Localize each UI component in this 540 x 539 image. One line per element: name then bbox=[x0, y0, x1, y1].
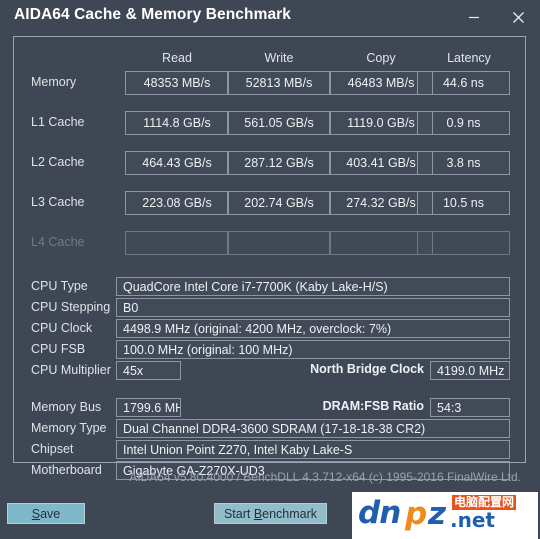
l1-latency-value: 0.9 ns bbox=[417, 111, 510, 135]
column-header-latency: Latency bbox=[447, 51, 491, 65]
version-text: AIDA64 v5.80.4000 / BenchDLL 4.3.712-x64… bbox=[129, 470, 521, 484]
row-label-l4-cache: L4 Cache bbox=[31, 235, 85, 249]
value-memory-bus: 1799.6 MHz bbox=[116, 398, 181, 417]
row-label-l2-cache: L2 Cache bbox=[31, 155, 85, 169]
value-cpu-type: QuadCore Intel Core i7-7700K (Kaby Lake-… bbox=[116, 277, 510, 296]
label-memory-type: Memory Type bbox=[31, 421, 107, 435]
row-label-memory: Memory bbox=[31, 75, 77, 89]
value-memory-type: Dual Channel DDR4-3600 SDRAM (17-18-18-3… bbox=[116, 419, 510, 438]
l2-write-value: 287.12 GB/s bbox=[227, 151, 331, 175]
label-cpu-type: CPU Type bbox=[31, 279, 88, 293]
l3-write-value: 202.74 GB/s bbox=[227, 191, 331, 215]
benchmark-row-l2-cache: L2 Cache 464.43 GB/s 287.12 GB/s 403.41 … bbox=[14, 151, 525, 175]
label-chipset: Chipset bbox=[31, 442, 74, 456]
info-row-cpu-stepping: CPU Stepping B0 bbox=[14, 298, 525, 317]
label-cpu-clock: CPU Clock bbox=[31, 321, 93, 335]
l3-latency-value: 10.5 ns bbox=[417, 191, 510, 215]
l3-read-value: 223.08 GB/s bbox=[125, 191, 229, 215]
value-north-bridge-clock: 4199.0 MHz bbox=[430, 361, 510, 380]
memory-latency-value: 44.6 ns bbox=[417, 71, 510, 95]
benchmark-column-headers: Read Write Copy Latency bbox=[14, 51, 525, 69]
watermark-logo: dn p z .net 电脑配置网 bbox=[358, 495, 534, 536]
info-row-cpu-multiplier: CPU Multiplier 45x North Bridge Clock 41… bbox=[14, 361, 525, 380]
label-memory-bus: Memory Bus bbox=[31, 400, 102, 414]
value-cpu-clock: 4498.9 MHz (original: 4200 MHz, overcloc… bbox=[116, 319, 510, 338]
l2-read-value: 464.43 GB/s bbox=[125, 151, 229, 175]
watermark-p-text: p bbox=[405, 496, 428, 532]
value-chipset: Intel Union Point Z270, Intel Kaby Lake-… bbox=[116, 440, 510, 459]
title-bar: AIDA64 Cache & Memory Benchmark bbox=[0, 0, 540, 34]
benchmark-row-l1-cache: L1 Cache 1114.8 GB/s 561.05 GB/s 1119.0 … bbox=[14, 111, 525, 135]
l1-write-value: 561.05 GB/s bbox=[227, 111, 331, 135]
info-row-memory-type: Memory Type Dual Channel DDR4-3600 SDRAM… bbox=[14, 419, 525, 438]
watermark-cn-badge: 电脑配置网 bbox=[452, 495, 517, 510]
info-row-chipset: Chipset Intel Union Point Z270, Intel Ka… bbox=[14, 440, 525, 459]
info-row-memory-bus: Memory Bus 1799.6 MHz DRAM:FSB Ratio 54:… bbox=[14, 398, 525, 417]
benchmark-panel: Read Write Copy Latency Memory 48353 MB/… bbox=[13, 36, 526, 480]
row-label-l3-cache: L3 Cache bbox=[31, 195, 85, 209]
watermark-dn-text: dn bbox=[358, 495, 401, 531]
l2-latency-value: 3.8 ns bbox=[417, 151, 510, 175]
label-cpu-multiplier: CPU Multiplier bbox=[31, 363, 111, 377]
l4-latency-value bbox=[417, 231, 510, 255]
watermark-z-text: z bbox=[428, 496, 447, 532]
site-watermark: dn p z .net 电脑配置网 bbox=[352, 492, 538, 539]
minimize-icon bbox=[469, 16, 479, 19]
label-cpu-fsb: CPU FSB bbox=[31, 342, 86, 356]
l4-read-value bbox=[125, 231, 229, 255]
value-dram-fsb-ratio: 54:3 bbox=[430, 398, 510, 417]
value-cpu-stepping: B0 bbox=[116, 298, 510, 317]
benchmark-row-memory: Memory 48353 MB/s 52813 MB/s 46483 MB/s … bbox=[14, 71, 525, 95]
save-button[interactable]: Save bbox=[7, 503, 85, 524]
benchmark-row-l3-cache: L3 Cache 223.08 GB/s 202.74 GB/s 274.32 … bbox=[14, 191, 525, 215]
info-row-cpu-fsb: CPU FSB 100.0 MHz (original: 100 MHz) bbox=[14, 340, 525, 359]
minimize-button[interactable] bbox=[452, 0, 496, 34]
label-dram-fsb-ratio: DRAM:FSB Ratio bbox=[322, 399, 424, 413]
close-button[interactable] bbox=[496, 0, 540, 34]
save-button-label: Save bbox=[31, 506, 61, 521]
value-cpu-multiplier: 45x bbox=[116, 361, 181, 380]
column-header-read: Read bbox=[162, 51, 192, 65]
info-row-cpu-clock: CPU Clock 4498.9 MHz (original: 4200 MHz… bbox=[14, 319, 525, 338]
value-cpu-fsb: 100.0 MHz (original: 100 MHz) bbox=[116, 340, 510, 359]
window-title: AIDA64 Cache & Memory Benchmark bbox=[14, 6, 292, 23]
l4-write-value bbox=[227, 231, 331, 255]
memory-write-value: 52813 MB/s bbox=[227, 71, 331, 95]
label-north-bridge-clock: North Bridge Clock bbox=[310, 362, 424, 376]
watermark-net-text: .net bbox=[450, 508, 495, 532]
window-controls bbox=[452, 0, 540, 34]
start-benchmark-button[interactable]: Start Benchmark bbox=[214, 503, 327, 524]
column-header-write: Write bbox=[264, 51, 294, 65]
info-row-cpu-type: CPU Type QuadCore Intel Core i7-7700K (K… bbox=[14, 277, 525, 296]
l1-read-value: 1114.8 GB/s bbox=[125, 111, 229, 135]
start-benchmark-button-label: Start Benchmark bbox=[223, 506, 318, 521]
benchmark-row-l4-cache: L4 Cache bbox=[14, 231, 525, 255]
row-label-l1-cache: L1 Cache bbox=[31, 115, 85, 129]
close-icon bbox=[512, 11, 524, 23]
memory-read-value: 48353 MB/s bbox=[125, 71, 229, 95]
label-cpu-stepping: CPU Stepping bbox=[31, 300, 111, 314]
